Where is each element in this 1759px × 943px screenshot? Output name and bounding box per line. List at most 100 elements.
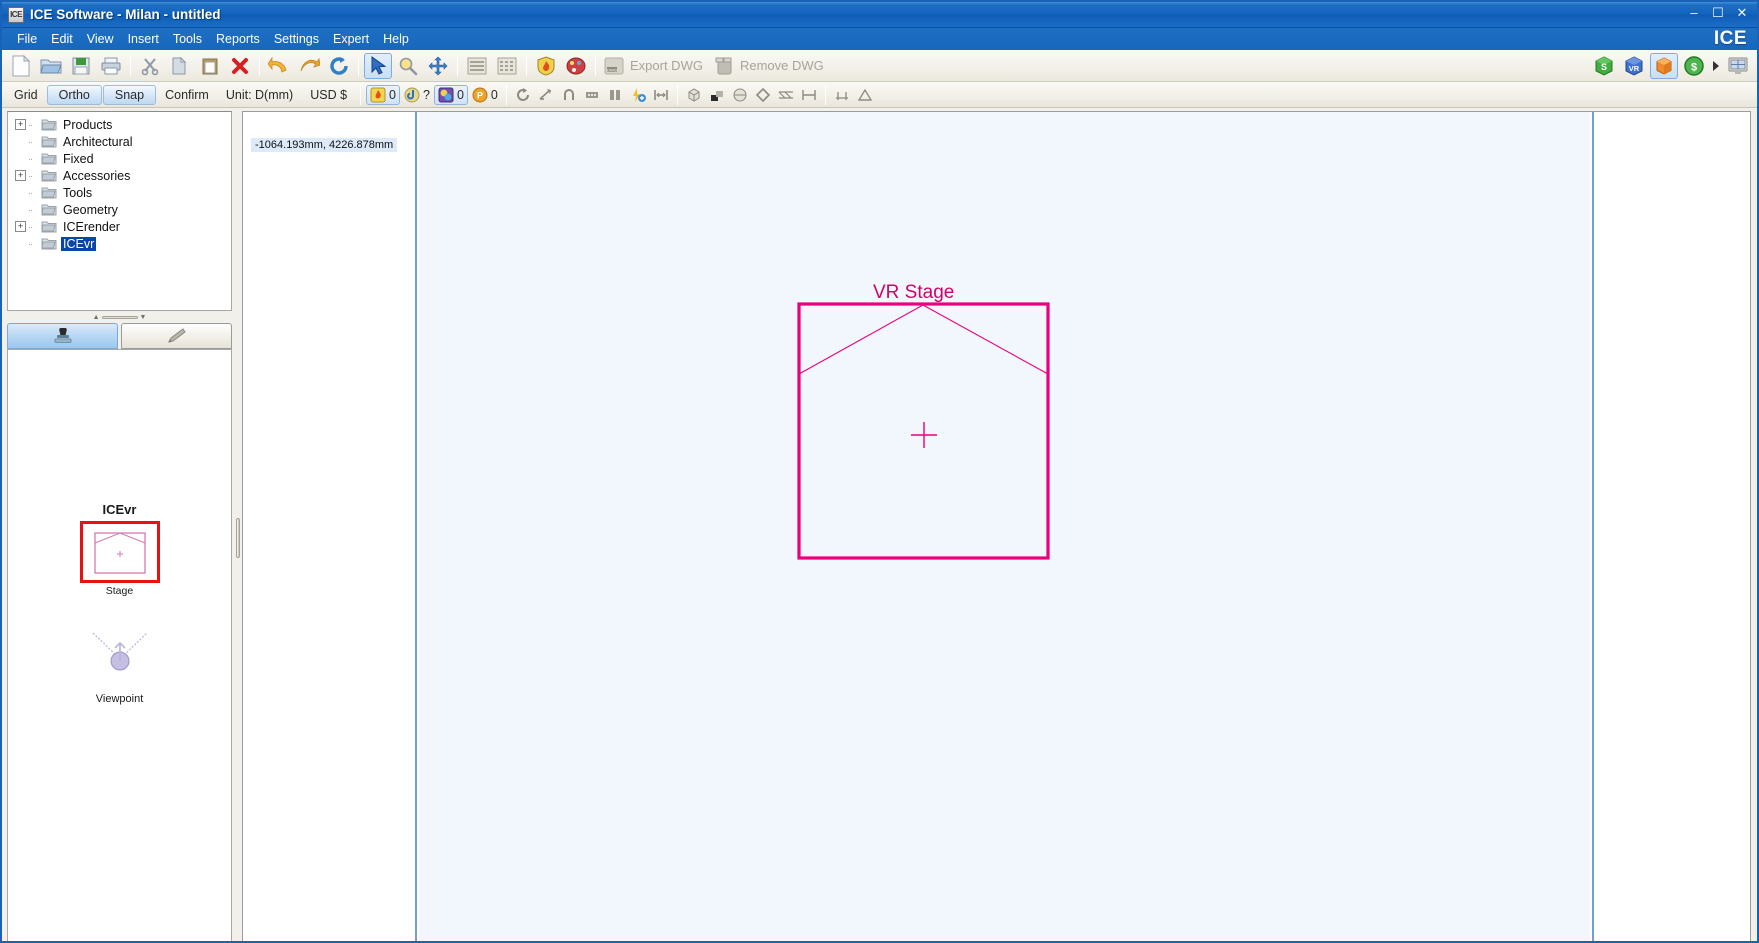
align-dots-button[interactable] <box>581 85 603 105</box>
cube-wire-button[interactable] <box>683 85 705 105</box>
tree-item-icevr[interactable]: ·· ICEvr <box>10 235 229 252</box>
vr-cube-button[interactable]: VR <box>1620 53 1648 79</box>
category-tree[interactable]: + ·· Products ·· Architectural ·· Fixed <box>7 111 232 311</box>
fire-yellow-icon <box>370 87 386 102</box>
paste-button[interactable] <box>196 53 224 79</box>
new-document-button[interactable] <box>7 53 35 79</box>
fire-shield-button[interactable] <box>532 53 560 79</box>
shade-tool-button[interactable] <box>706 85 728 105</box>
power-add-button[interactable] <box>627 85 649 105</box>
truss-tool-button[interactable] <box>775 85 797 105</box>
price-dollar-button[interactable]: $ <box>1680 53 1708 79</box>
tree-item-tools[interactable]: ·· Tools <box>10 184 229 201</box>
ortho-toggle[interactable]: Ortho <box>46 84 102 105</box>
pencil-tab[interactable] <box>121 323 232 349</box>
cut-button[interactable] <box>136 53 164 79</box>
display-monitor-button[interactable] <box>1724 53 1752 79</box>
select-pointer-button[interactable] <box>364 52 392 79</box>
title-bar: ICE ICE Software - Milan - untitled – ☐ … <box>2 2 1757 28</box>
app-icon: ICE <box>8 6 24 23</box>
polygon-tool-button[interactable] <box>752 85 774 105</box>
orange-cube-button[interactable] <box>1650 53 1678 79</box>
viewpoint-thumbnail[interactable] <box>80 621 160 683</box>
stage-thumbnail-selected[interactable] <box>79 521 160 583</box>
rotate-tool-button[interactable] <box>512 85 534 105</box>
undo-button[interactable] <box>265 53 293 79</box>
print-button[interactable] <box>97 53 125 79</box>
minimize-icon[interactable]: – <box>1687 5 1701 19</box>
menu-edit[interactable]: Edit <box>44 30 80 48</box>
green-dollar-coin-icon: $ <box>1684 56 1704 76</box>
magnet-snap-button[interactable] <box>558 85 580 105</box>
expander-icon[interactable]: + <box>15 221 26 232</box>
drawing-canvas[interactable]: -1064.193mm, 4226.878mm VR Stage <box>242 111 1751 941</box>
menu-help[interactable]: Help <box>376 30 416 48</box>
menu-view[interactable]: View <box>80 30 121 48</box>
more-arrow-button[interactable] <box>1710 53 1722 79</box>
splitter-grip[interactable] <box>101 315 138 319</box>
align-dots-icon <box>585 91 598 98</box>
open-folder-button[interactable] <box>37 53 65 79</box>
library-item-stage[interactable]: Stage <box>78 521 162 597</box>
tree-item-accessories[interactable]: + ·· Accessories <box>10 167 229 184</box>
confirm-button[interactable]: Confirm <box>157 86 217 104</box>
unit-indicator[interactable]: Unit: D(mm) <box>218 86 301 104</box>
measure-tool-button[interactable] <box>798 85 820 105</box>
power-counter[interactable]: P 0 <box>469 86 501 104</box>
distribute-tool-button[interactable] <box>650 85 672 105</box>
fire-load-counter[interactable]: 0 <box>366 84 400 105</box>
toolbar-separator <box>259 55 260 76</box>
menu-file[interactable]: File <box>10 30 44 48</box>
menu-settings[interactable]: Settings <box>267 30 326 48</box>
redo-button[interactable] <box>295 53 323 79</box>
grid-view-button[interactable] <box>493 53 521 79</box>
snap-toggle[interactable]: Snap <box>102 84 157 105</box>
zoom-button[interactable] <box>394 53 422 79</box>
folder-icon <box>41 238 57 250</box>
remove-dwg-icon <box>715 57 732 74</box>
array-tool-button[interactable] <box>604 85 626 105</box>
delete-button[interactable] <box>226 53 254 79</box>
layers-counter[interactable]: 0 <box>433 84 468 105</box>
sphere-tool-button[interactable] <box>729 85 751 105</box>
expander-icon[interactable]: + <box>15 119 26 130</box>
library-item-viewpoint[interactable]: Viewpoint <box>78 621 162 705</box>
refresh-button[interactable] <box>325 53 353 79</box>
render-scene-button[interactable] <box>562 53 590 79</box>
rigging-counter[interactable]: ? <box>401 86 433 104</box>
grid-toggle[interactable]: Grid <box>6 86 46 104</box>
tree-item-architectural[interactable]: ·· Architectural <box>10 133 229 150</box>
stamp-tab[interactable] <box>7 323 118 349</box>
mirror-tool-button[interactable] <box>535 85 557 105</box>
tree-item-icerender[interactable]: + ·· ICErender <box>10 218 229 235</box>
splitter-down-icon[interactable]: ▼ <box>140 314 147 321</box>
stamp-icon <box>54 328 71 343</box>
splitter-grip[interactable] <box>236 517 240 558</box>
sketchup-export-button[interactable]: S <box>1590 53 1618 79</box>
copy-button[interactable] <box>166 53 194 79</box>
dimension-tool-button[interactable] <box>831 85 853 105</box>
panel-splitter[interactable]: ▲ ▼ <box>7 311 232 323</box>
menu-tools[interactable]: Tools <box>166 30 209 48</box>
tree-item-fixed[interactable]: ·· Fixed <box>10 150 229 167</box>
list-view-button[interactable] <box>463 53 491 79</box>
menu-insert[interactable]: Insert <box>121 30 166 48</box>
export-dwg-button[interactable]: DWG Export DWG <box>600 54 710 78</box>
tree-item-products[interactable]: + ·· Products <box>10 116 229 133</box>
currency-indicator[interactable]: USD $ <box>302 86 355 104</box>
toolbar-separator <box>824 84 826 105</box>
close-icon[interactable]: ✕ <box>1735 5 1749 19</box>
horizontal-splitter[interactable] <box>234 108 242 941</box>
menu-expert[interactable]: Expert <box>326 30 376 48</box>
pan-move-button[interactable] <box>424 53 452 79</box>
splitter-up-icon[interactable]: ▲ <box>93 314 100 321</box>
remove-dwg-button[interactable]: Remove DWG <box>710 54 831 78</box>
section-tool-button[interactable] <box>854 85 876 105</box>
menu-reports[interactable]: Reports <box>209 30 267 48</box>
tree-item-geometry[interactable]: ·· Geometry <box>10 201 229 218</box>
tree-line: ·· <box>28 221 33 232</box>
distribute-bars-icon <box>654 89 668 100</box>
save-button[interactable] <box>67 53 95 79</box>
maximize-icon[interactable]: ☐ <box>1711 5 1725 19</box>
expander-icon[interactable]: + <box>15 170 26 181</box>
